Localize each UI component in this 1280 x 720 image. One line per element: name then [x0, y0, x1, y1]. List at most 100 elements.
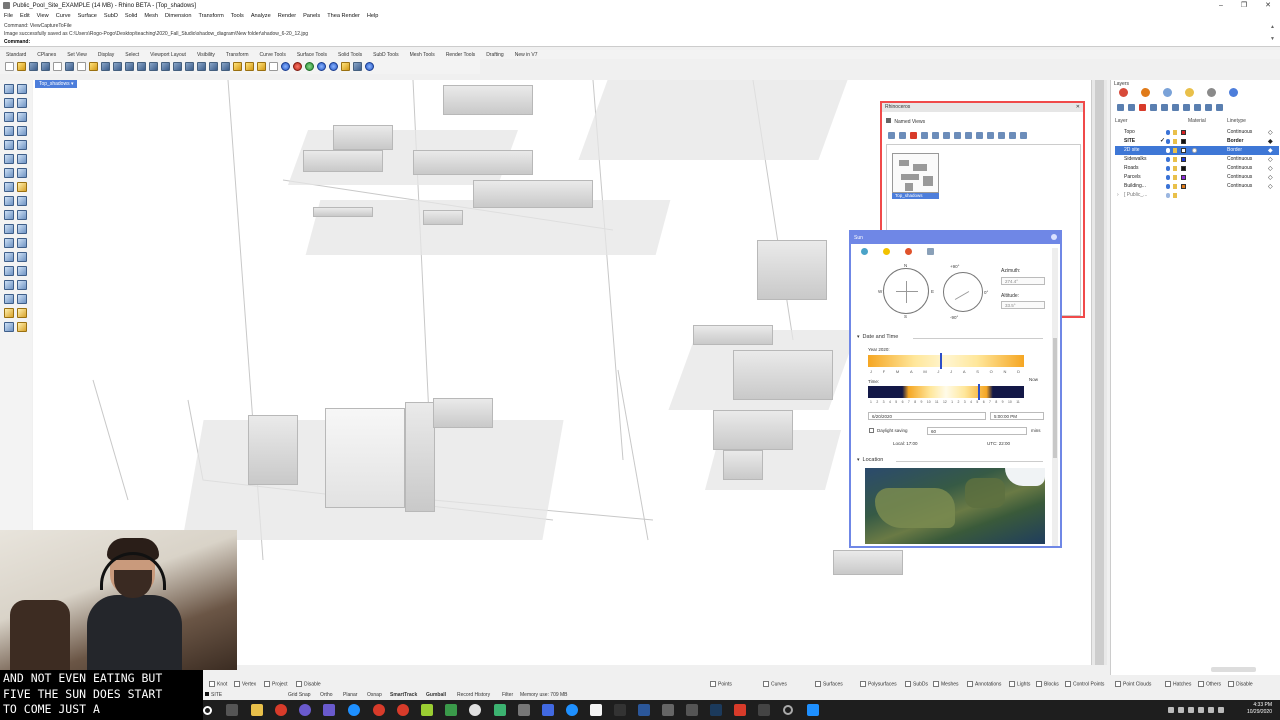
filter-meshes[interactable]: Meshes: [933, 681, 959, 687]
print-width-icon[interactable]: ◆: [1268, 138, 1273, 145]
move-parent-icon[interactable]: [1172, 104, 1179, 111]
join-tool-icon[interactable]: [4, 266, 14, 276]
location-map[interactable]: [865, 468, 1045, 544]
tab-display[interactable]: Display: [98, 52, 114, 58]
tools-icon[interactable]: [1205, 104, 1212, 111]
properties-tab-icon[interactable]: [1119, 88, 1128, 97]
current-layer-indicator[interactable]: SITE: [205, 692, 222, 698]
app-icon[interactable]: [686, 704, 698, 716]
move-down-icon[interactable]: [1161, 104, 1168, 111]
grasshopper-icon[interactable]: [353, 62, 362, 71]
filter-toggle[interactable]: Filter: [502, 692, 513, 698]
object-properties-icon[interactable]: [281, 62, 290, 71]
lightbulb-icon[interactable]: [1166, 193, 1170, 198]
print-width-icon[interactable]: ◇: [1268, 183, 1273, 190]
layer-row-buildings[interactable]: Building... Continuous ◇: [1115, 182, 1279, 191]
group-tool-icon[interactable]: [4, 280, 14, 290]
delete-layer-icon[interactable]: [1139, 104, 1146, 111]
layer-row-topo[interactable]: Topo Continuous ◇: [1115, 128, 1279, 137]
ortho-toggle[interactable]: Ortho: [320, 692, 333, 698]
photoshop-icon[interactable]: [710, 704, 722, 716]
app-icon[interactable]: [299, 704, 311, 716]
altitude-field[interactable]: 33.5°: [1001, 301, 1045, 309]
filter-disable[interactable]: Disable: [1228, 681, 1253, 687]
filter-icon[interactable]: [1183, 104, 1190, 111]
layer-icon[interactable]: [269, 62, 278, 71]
filter-points[interactable]: Points: [710, 681, 732, 687]
rotate-tool-icon[interactable]: [4, 224, 14, 234]
hatch-tool-icon[interactable]: [17, 322, 27, 332]
cut-icon[interactable]: [65, 62, 74, 71]
layer-color-swatch[interactable]: [1181, 166, 1186, 171]
help-icon[interactable]: [1020, 132, 1027, 139]
undo-icon[interactable]: [101, 62, 110, 71]
chrome-icon[interactable]: [469, 704, 481, 716]
filter-curves[interactable]: Curves: [763, 681, 787, 687]
new-sublayer-icon[interactable]: [1128, 104, 1135, 111]
tab-mesh-tools[interactable]: Mesh Tools: [410, 52, 435, 58]
libraries-tab-icon[interactable]: [1207, 88, 1216, 97]
copy-icon[interactable]: [77, 62, 86, 71]
text-tool-icon[interactable]: [4, 322, 14, 332]
osnap-vertex[interactable]: Vertex: [234, 681, 256, 687]
lock-icon[interactable]: [1173, 166, 1177, 171]
date-field[interactable]: 6/20/2020: [868, 412, 986, 420]
layout-icon[interactable]: [53, 62, 62, 71]
lightbulb-icon[interactable]: [1166, 166, 1170, 171]
close-icon[interactable]: [1051, 234, 1057, 240]
maximize-button[interactable]: ❐: [1232, 0, 1256, 11]
lightbulb-icon[interactable]: [1166, 148, 1170, 153]
material-column-header[interactable]: Material: [1188, 118, 1206, 124]
sun-icon[interactable]: [883, 248, 890, 255]
menu-thea-render[interactable]: Thea Render: [327, 13, 360, 19]
environment-icon[interactable]: [329, 62, 338, 71]
layers-tab-icon[interactable]: [1141, 88, 1150, 97]
task-view-icon[interactable]: [226, 704, 238, 716]
lock-icon[interactable]: [1173, 130, 1177, 135]
extrude-tool-icon[interactable]: [17, 168, 27, 178]
zoom-extents-icon[interactable]: [161, 62, 170, 71]
zoom-selected-icon[interactable]: [173, 62, 182, 71]
tab-standard[interactable]: Standard: [6, 52, 26, 58]
app-icon[interactable]: [494, 704, 506, 716]
sun-panel-scrollbar[interactable]: [1052, 248, 1058, 546]
render-icon[interactable]: [317, 62, 326, 71]
tab-curve-tools[interactable]: Curve Tools: [260, 52, 286, 58]
array-tool-icon[interactable]: [17, 238, 27, 248]
tray-icon[interactable]: [1168, 707, 1174, 713]
viewport-tab[interactable]: Top_shadows ▾: [35, 80, 78, 88]
menu-edit[interactable]: Edit: [20, 13, 30, 19]
lock-icon[interactable]: [257, 62, 266, 71]
volume-icon[interactable]: [1188, 707, 1194, 713]
lightbulb-icon[interactable]: [1166, 157, 1170, 162]
named-view-label[interactable]: Top_shadows: [892, 193, 939, 199]
tab-surface-tools[interactable]: Surface Tools: [297, 52, 327, 58]
lock-icon[interactable]: [1173, 193, 1177, 198]
date-marker[interactable]: [940, 353, 943, 369]
restore-view-icon[interactable]: [976, 132, 983, 139]
zoom-window-icon[interactable]: [149, 62, 158, 71]
light-icon[interactable]: [905, 248, 912, 255]
menu-analyze[interactable]: Analyze: [251, 13, 271, 19]
filter-point-clouds[interactable]: Point Clouds: [1115, 681, 1151, 687]
lock-icon[interactable]: [1173, 184, 1177, 189]
filter-annotations[interactable]: Annotations: [967, 681, 1001, 687]
circle-tool-icon[interactable]: [4, 126, 14, 136]
tab-drafting[interactable]: Drafting: [486, 52, 504, 58]
save-view-icon[interactable]: [888, 132, 895, 139]
app-icon[interactable]: [421, 704, 433, 716]
app-icon[interactable]: [518, 704, 530, 716]
four-viewports-icon[interactable]: [197, 62, 206, 71]
polygon-tool-icon[interactable]: [4, 140, 14, 150]
zoom-dynamic-icon[interactable]: [137, 62, 146, 71]
chevron-up-icon[interactable]: ▲: [1270, 24, 1276, 30]
filter-surfaces[interactable]: Surfaces: [815, 681, 843, 687]
print-icon[interactable]: [41, 62, 50, 71]
now-button[interactable]: Now: [1029, 377, 1038, 382]
list-view-icon[interactable]: [1009, 132, 1016, 139]
tab-solid-tools[interactable]: Solid Tools: [338, 52, 362, 58]
menu-subd[interactable]: SubD: [104, 13, 118, 19]
app-icon[interactable]: [783, 705, 793, 715]
layer-color-swatch[interactable]: [1181, 184, 1186, 189]
filter-polysurfaces[interactable]: Polysurfaces: [860, 681, 897, 687]
